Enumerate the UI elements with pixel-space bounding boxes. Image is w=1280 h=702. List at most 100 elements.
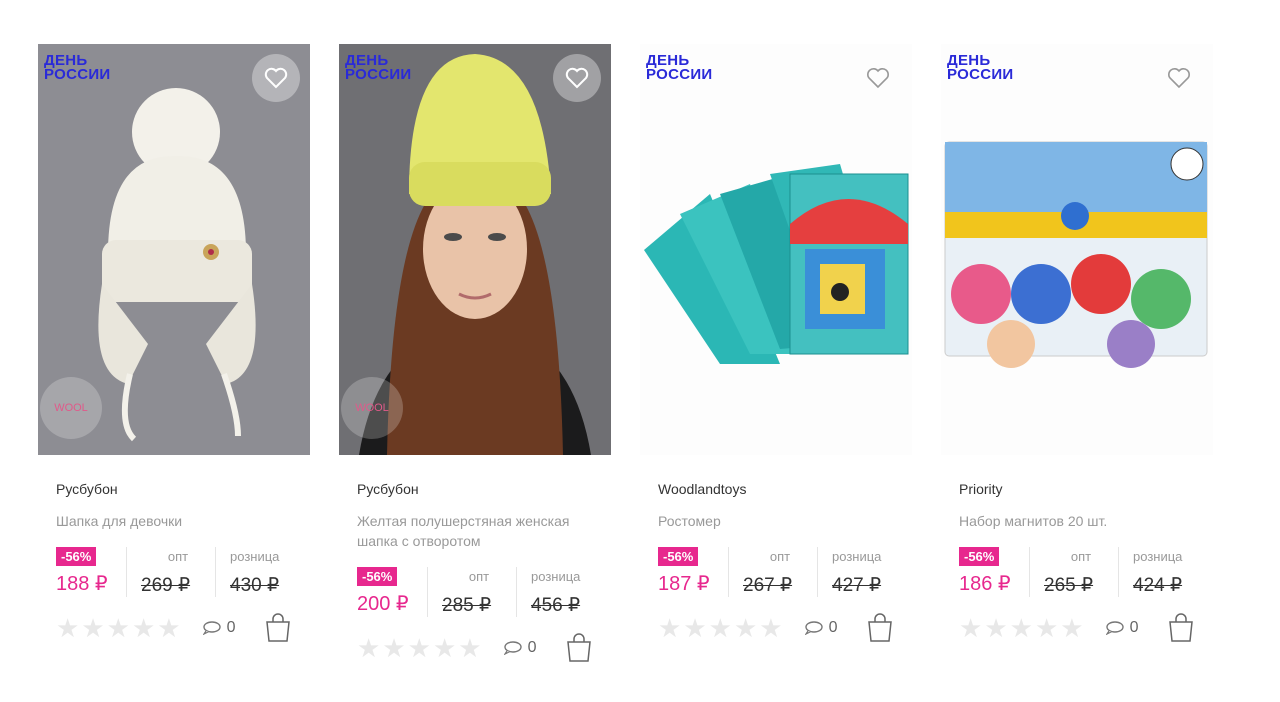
- comments-link[interactable]: 0: [1105, 619, 1167, 637]
- opt-label: опт: [468, 569, 490, 584]
- product-brand[interactable]: Русбубон: [357, 481, 593, 497]
- comments-link[interactable]: 0: [503, 639, 565, 657]
- favorite-button[interactable]: [1155, 54, 1203, 102]
- add-to-cart-button[interactable]: [1167, 613, 1195, 643]
- retail-price: 424 ₽: [1133, 575, 1183, 596]
- retail-price: 430 ₽: [230, 575, 280, 596]
- star-icon[interactable]: ★: [1035, 615, 1058, 641]
- star-icon[interactable]: ★: [157, 615, 180, 641]
- product-card[interactable]: ДЕНЬ РОССИИ Woodlandtoys Ростомер -56% 18…: [640, 44, 912, 643]
- opt-price: 267 ₽: [743, 575, 793, 596]
- price-block: -56% 186 ₽ опт 265 ₽ розница 424 ₽: [959, 547, 1195, 597]
- rating-stars[interactable]: ★ ★ ★ ★ ★: [357, 635, 504, 661]
- star-icon[interactable]: ★: [107, 615, 130, 641]
- product-name[interactable]: Шапка для девочки: [56, 511, 286, 531]
- price-block: -56% 200 ₽ опт 285 ₽ розница 456 ₽: [357, 567, 593, 617]
- product-grid: ДЕНЬ РОССИИ WOOL Русбубон Шапка для девоч…: [0, 0, 1280, 702]
- star-icon[interactable]: ★: [357, 635, 380, 661]
- favorite-button[interactable]: [553, 54, 601, 102]
- add-to-cart-button[interactable]: [264, 613, 292, 643]
- star-icon[interactable]: ★: [1060, 615, 1083, 641]
- product-card[interactable]: ДЕНЬ РОССИИ Priority Набор магнитов 20 шт…: [941, 44, 1213, 643]
- heart-icon: [565, 67, 589, 89]
- product-brand[interactable]: Priority: [959, 481, 1195, 497]
- star-icon[interactable]: ★: [81, 615, 104, 641]
- current-price: 187 ₽: [658, 573, 710, 595]
- retail-price: 456 ₽: [531, 595, 581, 616]
- star-icon[interactable]: ★: [56, 615, 79, 641]
- current-price: 186 ₽: [959, 573, 1011, 595]
- promo-label: ДЕНЬ РОССИИ: [947, 52, 1014, 83]
- star-icon[interactable]: ★: [658, 615, 681, 641]
- comment-icon: [202, 621, 221, 635]
- star-icon[interactable]: ★: [709, 615, 732, 641]
- current-price: 200 ₽: [357, 593, 409, 615]
- opt-price: 269 ₽: [141, 575, 191, 596]
- rating-stars[interactable]: ★ ★ ★ ★ ★: [658, 615, 805, 641]
- current-price: 188 ₽: [56, 573, 108, 595]
- product-image[interactable]: ДЕНЬ РОССИИ: [640, 44, 912, 455]
- star-icon[interactable]: ★: [433, 635, 456, 661]
- rating-stars[interactable]: ★ ★ ★ ★ ★: [56, 615, 203, 641]
- shopping-bag-icon: [868, 613, 892, 642]
- star-icon[interactable]: ★: [759, 615, 782, 641]
- heart-icon: [867, 68, 889, 89]
- shopping-bag-icon: [266, 613, 290, 642]
- magnet-set-image: [941, 44, 1213, 455]
- product-image[interactable]: ДЕНЬ РОССИИ: [941, 44, 1213, 455]
- discount-badge: -56%: [56, 547, 97, 566]
- star-icon[interactable]: ★: [408, 635, 431, 661]
- star-icon[interactable]: ★: [132, 615, 155, 641]
- star-icon[interactable]: ★: [458, 635, 481, 661]
- promo-label: ДЕНЬ РОССИИ: [345, 52, 412, 83]
- product-card[interactable]: ДЕНЬ РОССИИ WOOL Русбубон Желтая полушерс…: [339, 44, 611, 663]
- promo-label: ДЕНЬ РОССИИ: [44, 52, 111, 83]
- rating-stars[interactable]: ★ ★ ★ ★ ★: [959, 615, 1106, 641]
- shopping-bag-icon: [567, 633, 591, 662]
- favorite-button[interactable]: [252, 54, 300, 102]
- shopping-bag-icon: [1169, 613, 1193, 642]
- product-brand[interactable]: Woodlandtoys: [658, 481, 894, 497]
- star-icon[interactable]: ★: [959, 615, 982, 641]
- heart-icon: [264, 67, 288, 89]
- comment-icon: [804, 621, 823, 635]
- product-brand[interactable]: Русбубон: [56, 481, 292, 497]
- discount-badge: -56%: [357, 567, 398, 586]
- add-to-cart-button[interactable]: [866, 613, 894, 643]
- star-icon[interactable]: ★: [683, 615, 706, 641]
- comments-link[interactable]: 0: [804, 619, 866, 637]
- product-card[interactable]: ДЕНЬ РОССИИ WOOL Русбубон Шапка для девоч…: [38, 44, 310, 643]
- promo-label: ДЕНЬ РОССИИ: [646, 52, 713, 83]
- retail-label: розница: [1133, 549, 1183, 564]
- comments-link[interactable]: 0: [202, 619, 264, 637]
- opt-label: опт: [167, 549, 189, 564]
- retail-label: розница: [531, 569, 581, 584]
- wool-badge: WOOL: [40, 377, 102, 439]
- wool-badge: WOOL: [341, 377, 403, 439]
- discount-badge: -56%: [959, 547, 1000, 566]
- star-icon[interactable]: ★: [1010, 615, 1033, 641]
- comment-icon: [1105, 621, 1124, 635]
- price-block: -56% 188 ₽ опт 269 ₽ розница 430 ₽: [56, 547, 292, 597]
- retail-label: розница: [230, 549, 280, 564]
- product-name[interactable]: Набор магнитов 20 шт.: [959, 511, 1189, 531]
- product-name[interactable]: Желтая полушерстяная женская шапка с отв…: [357, 511, 587, 551]
- retail-price: 427 ₽: [832, 575, 882, 596]
- heart-icon: [1168, 68, 1190, 89]
- product-image[interactable]: ДЕНЬ РОССИИ WOOL: [38, 44, 310, 455]
- discount-badge: -56%: [658, 547, 699, 566]
- opt-label: опт: [769, 549, 791, 564]
- product-image[interactable]: ДЕНЬ РОССИИ WOOL: [339, 44, 611, 455]
- opt-price: 285 ₽: [442, 595, 492, 616]
- product-name[interactable]: Ростомер: [658, 511, 888, 531]
- favorite-button[interactable]: [854, 54, 902, 102]
- opt-label: опт: [1070, 549, 1092, 564]
- comment-icon: [503, 641, 522, 655]
- star-icon[interactable]: ★: [734, 615, 757, 641]
- height-chart-puzzle-image: [640, 44, 912, 455]
- add-to-cart-button[interactable]: [565, 633, 593, 663]
- star-icon[interactable]: ★: [382, 635, 405, 661]
- opt-price: 265 ₽: [1044, 575, 1094, 596]
- star-icon[interactable]: ★: [984, 615, 1007, 641]
- price-block: -56% 187 ₽ опт 267 ₽ розница 427 ₽: [658, 547, 894, 597]
